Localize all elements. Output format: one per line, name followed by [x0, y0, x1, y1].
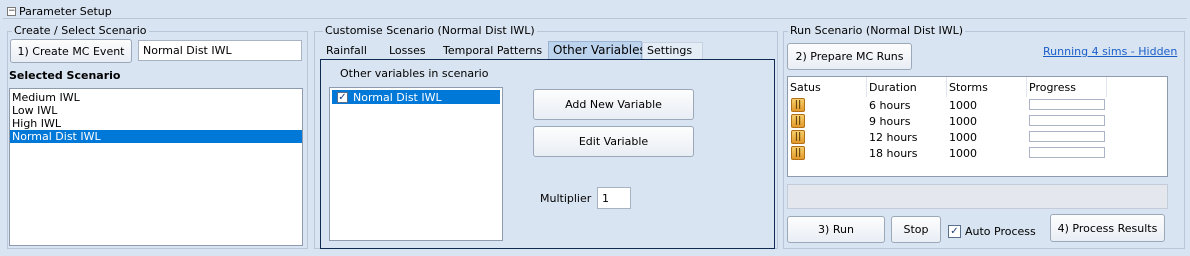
variable-label: Normal Dist IWL: [353, 90, 442, 104]
pause-icon: ||: [791, 130, 805, 144]
tab-settings[interactable]: Settings: [642, 42, 703, 60]
run-group-title: Run Scenario (Normal Dist IWL): [788, 24, 966, 37]
overall-progress-bar: [787, 184, 1168, 209]
prepare-mc-runs-button[interactable]: 2) Prepare MC Runs: [787, 43, 912, 70]
collapse-icon[interactable]: −: [7, 7, 16, 16]
duration-cell: 9 hours: [869, 115, 911, 128]
duration-cell: 12 hours: [869, 131, 918, 144]
tab-rainfall[interactable]: Rainfall: [322, 42, 371, 60]
progress-bar: [1029, 99, 1105, 110]
storms-cell: 1000: [949, 115, 977, 128]
selected-scenario-label: Selected Scenario: [9, 69, 121, 82]
list-item[interactable]: High IWL: [10, 117, 302, 130]
runs-table: Satus Duration Storms Progress || 6 hour…: [787, 76, 1168, 177]
tab-losses[interactable]: Losses: [385, 42, 430, 60]
list-item[interactable]: Medium IWL: [10, 91, 302, 104]
list-item-selected[interactable]: Normal Dist IWL: [10, 130, 302, 143]
storms-cell: 1000: [949, 131, 977, 144]
scenario-name-input[interactable]: Normal Dist IWL: [138, 40, 302, 61]
run-button[interactable]: 3) Run: [787, 216, 885, 243]
pause-icon: ||: [791, 114, 805, 128]
add-new-variable-button[interactable]: Add New Variable: [533, 89, 694, 120]
variables-list[interactable]: ✓ Normal Dist IWL: [329, 87, 503, 241]
stop-button[interactable]: Stop: [891, 216, 941, 243]
progress-bar: [1029, 115, 1105, 126]
list-item[interactable]: Low IWL: [10, 104, 302, 117]
progress-bar: [1029, 131, 1105, 142]
storms-cell: 1000: [949, 147, 977, 160]
storms-cell: 1000: [949, 99, 977, 112]
progress-bar: [1029, 147, 1105, 158]
checkbox-icon[interactable]: ✓: [337, 91, 348, 103]
column-header[interactable]: Duration: [869, 81, 917, 94]
running-sims-link[interactable]: Running 4 sims - Hidden: [1043, 45, 1177, 58]
table-row[interactable]: || 9 hours 1000: [788, 113, 1167, 129]
create-group-title: Create / Select Scenario: [12, 24, 149, 37]
customise-group-title: Customise Scenario (Normal Dist IWL): [323, 24, 537, 37]
table-row[interactable]: || 12 hours 1000: [788, 129, 1167, 145]
pause-icon: ||: [791, 146, 805, 160]
panel-title: Parameter Setup: [19, 5, 112, 18]
other-variables-label: Other variables in scenario: [340, 67, 489, 80]
auto-process-label: Auto Process: [965, 225, 1036, 238]
column-divider: [1106, 77, 1107, 97]
duration-cell: 18 hours: [869, 147, 918, 160]
table-row[interactable]: || 18 hours 1000: [788, 145, 1167, 161]
pause-icon: ||: [791, 98, 805, 112]
process-results-button[interactable]: 4) Process Results: [1050, 214, 1165, 242]
header-divider: [3, 18, 1187, 19]
create-mc-event-button[interactable]: 1) Create MC Event: [10, 39, 132, 63]
multiplier-input[interactable]: 1: [597, 187, 631, 209]
column-header[interactable]: Storms: [949, 81, 988, 94]
auto-process-checkbox[interactable]: ✓ Auto Process: [948, 225, 1036, 238]
multiplier-label: Multiplier: [540, 192, 592, 205]
column-header[interactable]: Satus: [790, 81, 821, 94]
table-row[interactable]: || 6 hours 1000: [788, 97, 1167, 113]
tab-other-variables[interactable]: Other Variables: [548, 41, 646, 59]
checkbox-icon[interactable]: ✓: [948, 225, 961, 238]
tab-temporal-patterns[interactable]: Temporal Patterns: [439, 42, 546, 60]
list-item-selected[interactable]: ✓ Normal Dist IWL: [332, 90, 500, 104]
scenario-list[interactable]: Medium IWL Low IWL High IWL Normal Dist …: [9, 88, 303, 246]
column-divider: [1026, 77, 1027, 97]
duration-cell: 6 hours: [869, 99, 911, 112]
column-divider: [866, 77, 867, 97]
column-header[interactable]: Progress: [1029, 81, 1076, 94]
edit-variable-button[interactable]: Edit Variable: [533, 126, 694, 157]
column-divider: [946, 77, 947, 97]
